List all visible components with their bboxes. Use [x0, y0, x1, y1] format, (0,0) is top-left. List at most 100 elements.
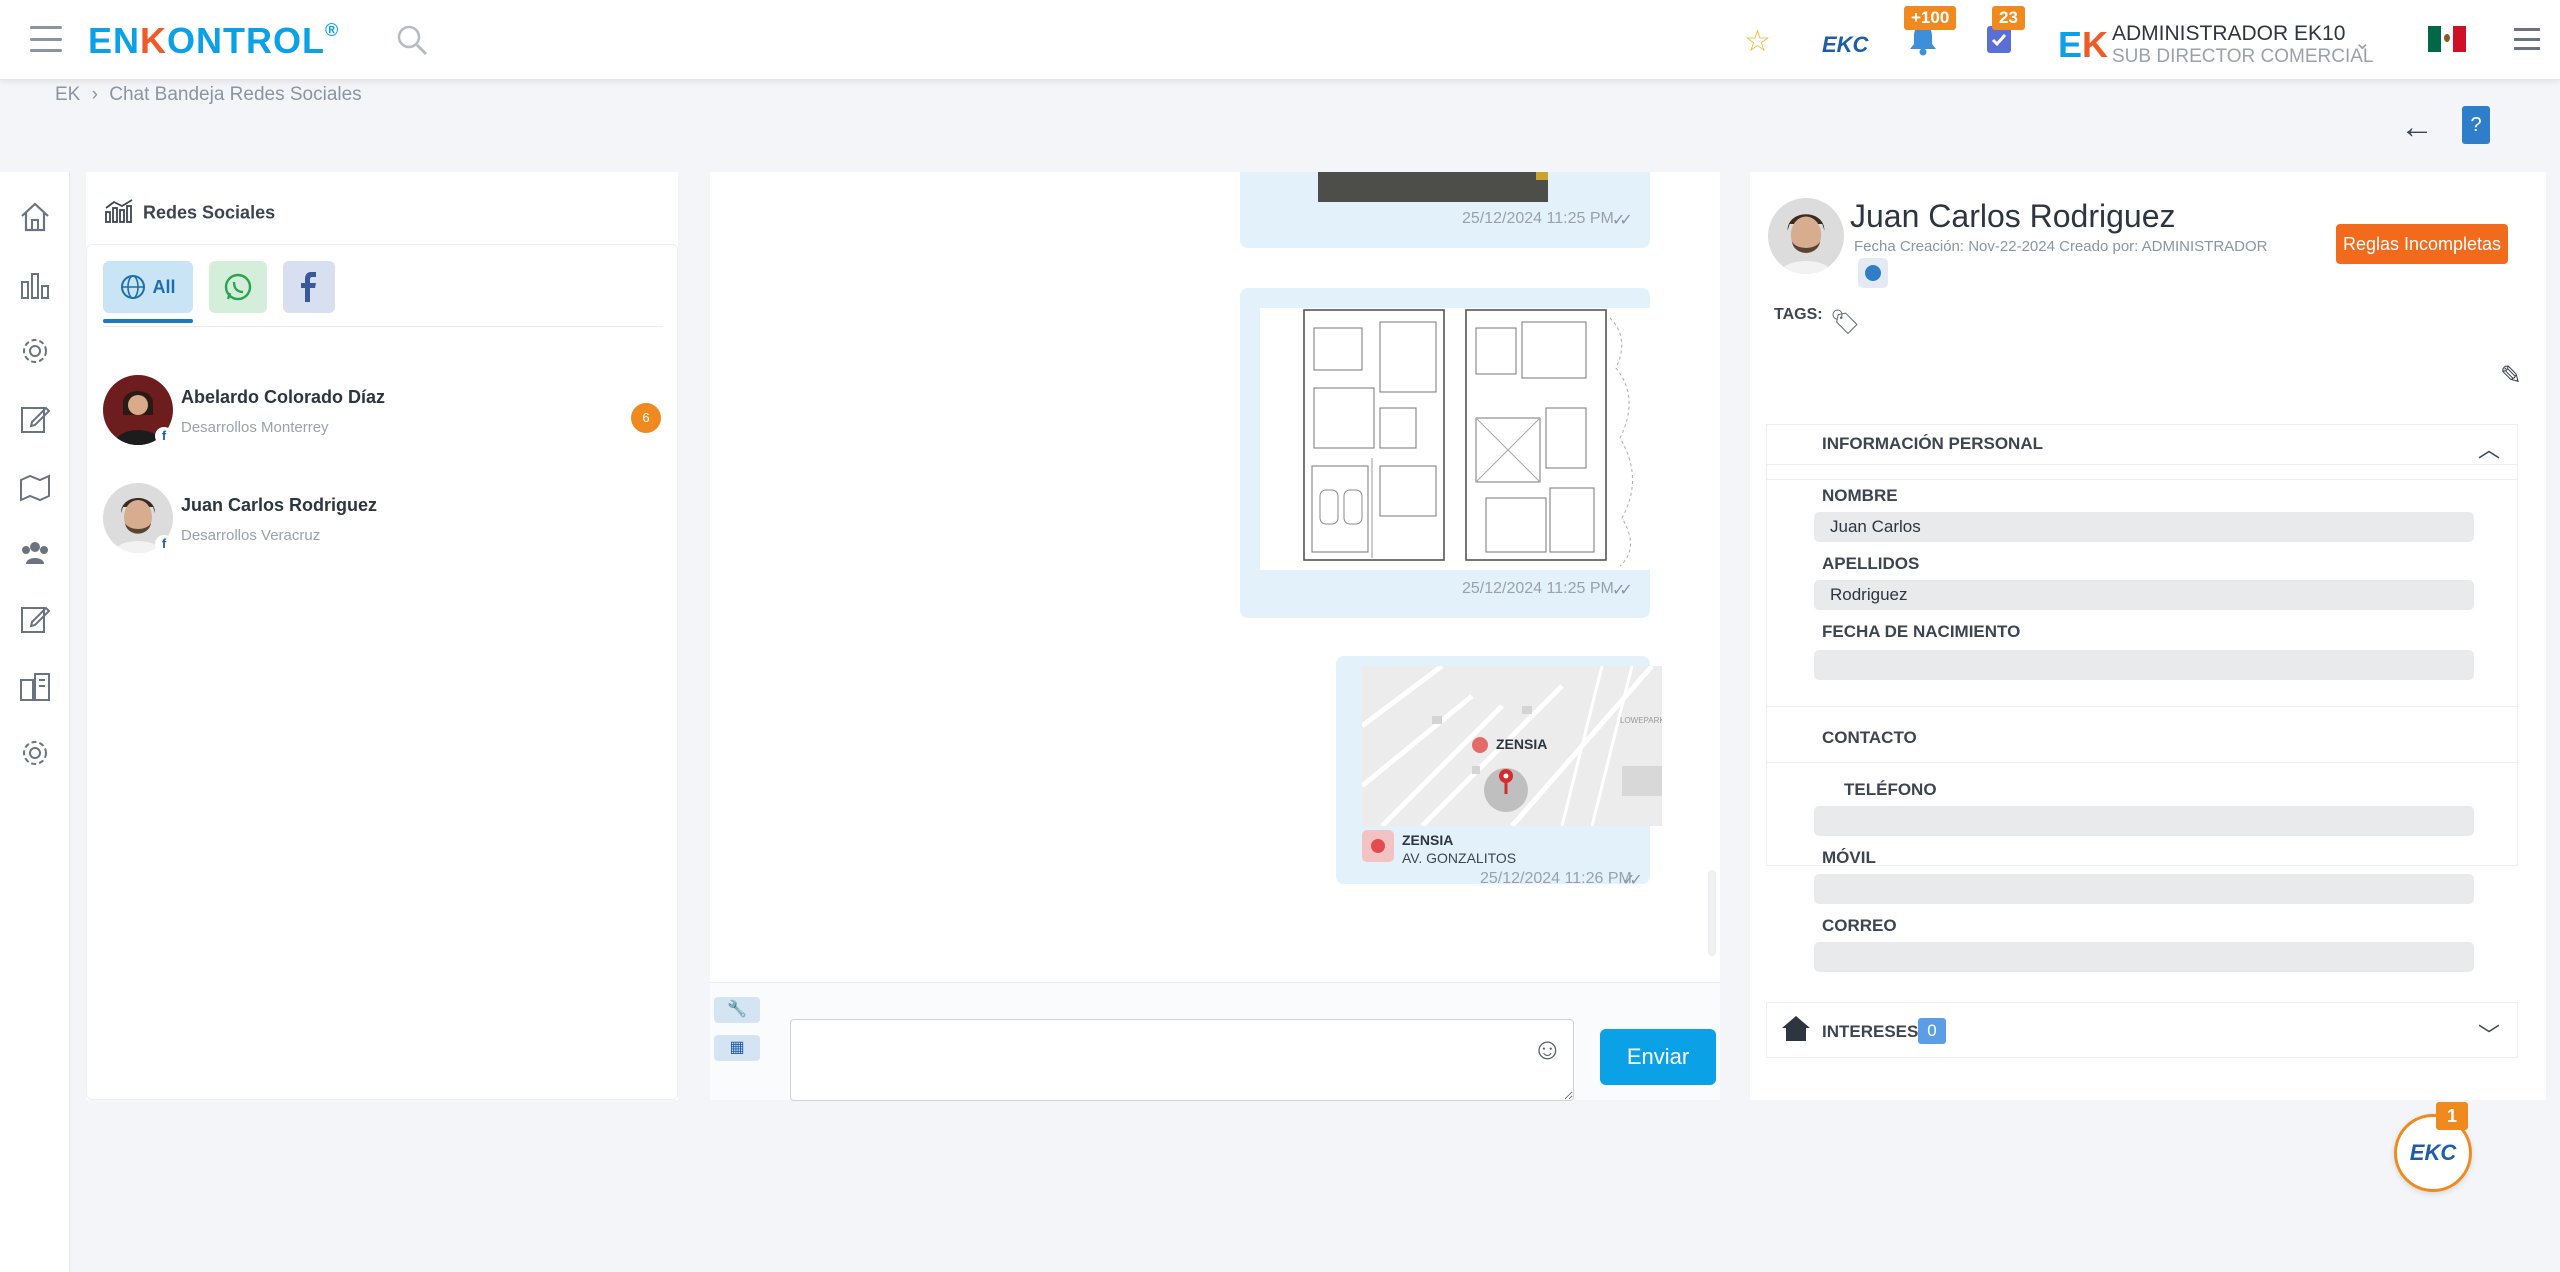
- filter-divider: [103, 326, 663, 327]
- contact-name: Abelardo Colorado Díaz: [181, 387, 386, 407]
- globe-icon: [121, 275, 146, 299]
- field-label-fecha-nacimiento: FECHA DE NACIMIENTO: [1822, 622, 2021, 641]
- field-apellidos[interactable]: Rodriguez: [1814, 580, 2474, 610]
- mexico-flag-icon[interactable]: [2428, 26, 2467, 52]
- chat-conversation: 25/12/2024 11:25 PM ✓✓ 25/12/2024 11:25 …: [710, 172, 1720, 1101]
- filter-facebook-button[interactable]: [283, 261, 335, 313]
- field-fecha-nacimiento[interactable]: [1814, 650, 2474, 680]
- section-divider: [1766, 464, 2518, 465]
- house-icon: [1780, 1014, 1812, 1047]
- message-time: 25/12/2024 11:25 PM: [1462, 210, 1614, 227]
- settings-gear-icon-2[interactable]: [18, 736, 52, 770]
- social-networks-title: Redes Sociales: [104, 198, 275, 229]
- user-role: SUB DIRECTOR COMERCIAL: [2112, 46, 2374, 67]
- app-logo[interactable]: ENKONTROL®: [88, 20, 339, 62]
- calendar-icon[interactable]: ▦: [714, 1035, 760, 1061]
- top-bar: ENKONTROL® ☆ EKC +100 23 EK ADMINISTRADO…: [0, 0, 2560, 80]
- social-chart-icon: [104, 198, 134, 229]
- field-correo[interactable]: [1814, 942, 2474, 972]
- field-telefono[interactable]: [1814, 806, 2474, 836]
- incomplete-rules-button[interactable]: Reglas Incompletas: [2336, 224, 2508, 264]
- ekc-app-icon[interactable]: EKC: [1822, 32, 1868, 58]
- field-label-movil: MÓVIL: [1822, 848, 1876, 867]
- field-label-apellidos: APELLIDOS: [1822, 554, 1920, 573]
- hamburger-menu-icon[interactable]: [30, 26, 62, 52]
- bar-chart-icon[interactable]: [18, 268, 52, 302]
- message-image[interactable]: [1318, 172, 1548, 202]
- options-menu-icon[interactable]: [2514, 28, 2540, 50]
- field-label-nombre: NOMBRE: [1822, 486, 1898, 505]
- floor-plan-image[interactable]: [1260, 308, 1652, 570]
- users-group-icon[interactable]: [18, 536, 52, 570]
- tags-label: TAGS:: [1774, 306, 1823, 323]
- tasks-count-badge: 23: [1992, 6, 2025, 30]
- user-menu-chevron-icon[interactable]: ⌄: [2354, 30, 2371, 55]
- facebook-icon: [301, 272, 316, 302]
- section-divider: [1766, 706, 2518, 707]
- edit-form-icon[interactable]: [18, 602, 52, 636]
- facebook-source-icon: f: [155, 535, 173, 553]
- read-receipt-icon: ✓✓: [1612, 212, 1633, 229]
- tag-icon[interactable]: 🏷: [1830, 308, 1860, 337]
- message-bubble-location[interactable]: ZENSIA LOWEPARK ZENSIA AV. GONZALITOS 25…: [1336, 656, 1662, 889]
- field-label-telefono: TELÉFONO: [1844, 780, 1937, 799]
- contact-list-item[interactable]: f Abelardo Colorado Díaz Desarrollos Mon…: [103, 375, 663, 447]
- user-company-logo: EK: [2058, 24, 2109, 65]
- message-time: 25/12/2024 11:26 PM: [1480, 870, 1632, 887]
- side-navigation: [0, 172, 70, 1272]
- social-networks-panel: Redes Sociales All f Abelardo Colorado D…: [86, 172, 678, 1100]
- profile-metadata: Fecha Creación: Nov-22-2024 Creado por: …: [1854, 238, 2268, 255]
- location-map-image[interactable]: ZENSIA LOWEPARK: [1362, 666, 1662, 826]
- emoji-icon[interactable]: ☺: [1532, 1033, 1563, 1067]
- tools-wrench-icon[interactable]: 🔧: [714, 997, 760, 1023]
- personal-info-title: INFORMACIÓN PERSONAL: [1822, 434, 2043, 453]
- message-composer: 🔧 ▦ ☺ Enviar: [710, 982, 1720, 1101]
- breadcrumb: EK › Chat Bandeja Redes Sociales: [55, 84, 362, 106]
- filter-whatsapp-button[interactable]: [209, 261, 267, 313]
- help-book-icon[interactable]: ?: [2462, 106, 2490, 144]
- contact-subtitle: Desarrollos Veracruz: [181, 527, 321, 544]
- message-input[interactable]: [790, 1019, 1574, 1101]
- breadcrumb-root[interactable]: EK: [55, 84, 80, 105]
- message-bubble-image[interactable]: 25/12/2024 11:25 PM ✓✓: [1240, 172, 1650, 248]
- edit-document-icon[interactable]: [18, 402, 52, 436]
- section-divider: [1766, 762, 2518, 763]
- filter-all-button[interactable]: All: [103, 261, 193, 313]
- facebook-source-icon: f: [155, 427, 173, 445]
- location-pin-icon: [1362, 830, 1394, 862]
- settings-gear-icon[interactable]: [18, 334, 52, 368]
- field-movil[interactable]: [1814, 874, 2474, 904]
- map-place-label: ZENSIA: [1496, 736, 1548, 752]
- favorite-star-icon[interactable]: ☆: [1744, 24, 1771, 59]
- breadcrumb-current: Chat Bandeja Redes Sociales: [109, 84, 362, 105]
- search-icon[interactable]: [396, 24, 428, 61]
- whatsapp-icon: [224, 273, 252, 301]
- contact-name: Juan Carlos Rodriguez: [181, 495, 378, 515]
- field-label-correo: CORREO: [1822, 916, 1897, 935]
- chat-scrollbar[interactable]: [1708, 870, 1716, 956]
- profile-name: Juan Carlos Rodriguez: [1850, 198, 2176, 234]
- edit-icon[interactable]: ✎: [2500, 360, 2522, 391]
- read-receipt-icon: ✓✓: [1612, 582, 1633, 599]
- back-arrow-icon[interactable]: ←: [2400, 108, 2434, 147]
- message-bubble-image[interactable]: 25/12/2024 11:25 PM ✓✓: [1240, 288, 1652, 618]
- collapse-chevron-up-icon[interactable]: ︿: [2478, 432, 2500, 464]
- profile-avatar: [1768, 198, 1844, 274]
- map-icon[interactable]: [18, 470, 52, 504]
- send-button[interactable]: Enviar: [1600, 1029, 1716, 1085]
- location-title: ZENSIA: [1402, 832, 1454, 848]
- expand-chevron-down-icon[interactable]: ﹀: [2478, 1018, 2500, 1050]
- map-street-label: LOWEPARK: [1620, 716, 1662, 725]
- field-nombre[interactable]: Juan Carlos: [1814, 512, 2474, 542]
- home-icon[interactable]: [18, 200, 52, 234]
- contact-section-title: CONTACTO: [1822, 728, 1917, 747]
- contact-subtitle: Desarrollos Monterrey: [181, 419, 329, 436]
- interests-count-badge: 0: [1918, 1018, 1946, 1044]
- message-time: 25/12/2024 11:25 PM: [1462, 580, 1614, 597]
- fab-count-badge: 1: [2436, 1102, 2468, 1130]
- buildings-icon[interactable]: [18, 670, 52, 704]
- user-name[interactable]: ADMINISTRADOR EK10: [2112, 22, 2345, 46]
- messenger-icon: [1858, 258, 1888, 288]
- contact-list-item[interactable]: f Juan Carlos Rodriguez Desarrollos Vera…: [103, 483, 663, 555]
- breadcrumb-separator-icon: ›: [91, 84, 98, 105]
